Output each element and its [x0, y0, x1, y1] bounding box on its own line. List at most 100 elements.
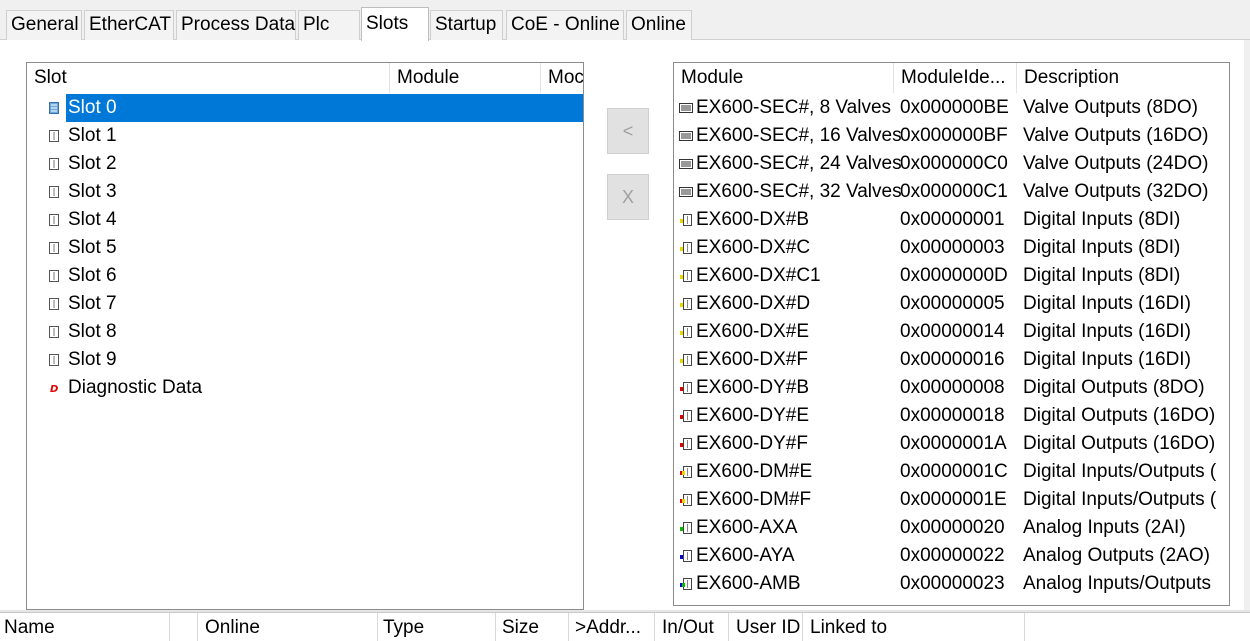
tab-slots[interactable]: Slots	[361, 7, 429, 41]
tree-item-slot-4[interactable]: Slot 4	[27, 206, 583, 234]
column-header-module-ident[interactable]: ModuleIde...	[894, 63, 1017, 93]
module-list[interactable]: Module ModuleIde... Description EX600-SE…	[673, 62, 1230, 606]
module-ident: 0x0000001E	[900, 489, 1007, 510]
tree-item-slot-3[interactable]: Slot 3	[27, 178, 583, 206]
column-header-module[interactable]: Module	[390, 63, 541, 93]
tree-item-slot-2[interactable]: Slot 2	[27, 150, 583, 178]
slot-icon	[49, 102, 59, 114]
module-list-item[interactable]: EX600-DY#E 0x00000018 Digital Outputs (16D…	[674, 402, 1229, 430]
tab-ethercat[interactable]: EtherCAT	[84, 10, 174, 40]
module-description: Valve Outputs (24DO)	[1023, 153, 1209, 174]
tree-item-label: Slot 0	[66, 94, 583, 122]
valve-icon	[679, 103, 693, 113]
module-name: EX600-SEC#, 8 Valves	[696, 97, 892, 118]
valve-icon	[679, 187, 693, 197]
module-list-item[interactable]: EX600-SEC#, 8 Valves 0x000000BE Valve Outp…	[674, 94, 1229, 122]
module-name: EX600-DX#F	[696, 349, 808, 370]
grid-header-linked-to[interactable]: Linked to	[803, 613, 1025, 641]
module-name: EX600-AYA	[696, 545, 795, 566]
tab-plc[interactable]: Plc	[298, 10, 360, 40]
tree-item-slot-5[interactable]: Slot 5	[27, 234, 583, 262]
tree-item-slot-1[interactable]: Slot 1	[27, 122, 583, 150]
grid-header-label: Online	[205, 617, 260, 638]
column-header-module[interactable]: Module	[674, 63, 894, 93]
module-list-item[interactable]: EX600-AYA 0x00000022 Analog Outputs (2AO)	[674, 542, 1229, 570]
module-description: Digital Inputs (16DI)	[1023, 349, 1191, 370]
slot-icon	[49, 326, 59, 338]
tab-general[interactable]: General	[6, 10, 82, 40]
grid-header-size[interactable]: Size	[496, 613, 569, 641]
module-list-item[interactable]: EX600-DY#F 0x0000001A Digital Outputs (16D…	[674, 430, 1229, 458]
module-description: Digital Inputs (8DI)	[1023, 209, 1181, 230]
module-list-item[interactable]: EX600-DX#B 0x00000001 Digital Inputs (8DI)	[674, 206, 1229, 234]
valve-icon	[679, 131, 693, 141]
module-ident: 0x00000023	[900, 573, 1005, 594]
module-name: EX600-DY#F	[696, 433, 808, 454]
module-description: Valve Outputs (32DO)	[1023, 181, 1209, 202]
slot-tree[interactable]: Slot Module Moc Slot 0 Slot 1 Slot 2 Slo…	[26, 62, 584, 610]
digital-output-icon	[680, 438, 692, 450]
tab-label: Slots	[366, 13, 409, 34]
process-grid-header: Name Online Type Size >Addr... In/Out Us…	[0, 612, 1250, 641]
module-description: Analog Inputs/Outputs	[1023, 573, 1212, 594]
tab-coe-online[interactable]: CoE - Online	[506, 10, 624, 40]
module-name: EX600-DX#E	[696, 321, 810, 342]
module-list-item[interactable]: EX600-DM#E 0x0000001C Digital Inputs/Outpu…	[674, 458, 1229, 486]
digital-output-icon	[680, 410, 692, 422]
module-ident: 0x0000000D	[900, 265, 1008, 286]
module-list-item[interactable]: EX600-SEC#, 32 Valves 0x000000C1 Valve Out…	[674, 178, 1229, 206]
module-ident: 0x00000022	[900, 545, 1005, 566]
slot-icon	[49, 214, 59, 226]
module-name: EX600-DX#D	[696, 293, 811, 314]
slot-icon	[49, 130, 59, 142]
grid-header-blank[interactable]	[170, 613, 198, 641]
module-description: Digital Outputs (16DO)	[1023, 433, 1216, 454]
grid-header-name[interactable]: Name	[0, 613, 170, 641]
column-header-description[interactable]: Description	[1017, 63, 1229, 93]
tree-item-slot-0[interactable]: Slot 0	[27, 94, 583, 122]
module-name: EX600-SEC#, 24 Valves	[696, 153, 902, 174]
tree-item-slot-7[interactable]: Slot 7	[27, 290, 583, 318]
module-name: EX600-DY#B	[696, 377, 810, 398]
module-list-item[interactable]: EX600-DM#F 0x0000001E Digital Inputs/Outpu…	[674, 486, 1229, 514]
grid-header-in-out[interactable]: In/Out	[655, 613, 729, 641]
window-edge	[1244, 40, 1250, 610]
diagnostic-icon: D	[50, 384, 58, 394]
grid-header-address[interactable]: >Addr...	[569, 613, 655, 641]
module-list-item[interactable]: EX600-DX#E 0x00000014 Digital Inputs (16DI…	[674, 318, 1229, 346]
module-list-item[interactable]: EX600-DX#F 0x00000016 Digital Inputs (16DI…	[674, 346, 1229, 374]
module-description: Digital Outputs (8DO)	[1023, 377, 1205, 398]
module-description: Digital Inputs/Outputs (	[1023, 461, 1217, 482]
digital-input-icon	[680, 326, 692, 338]
tree-item-diagnostic-data[interactable]: D Diagnostic Data	[27, 374, 583, 402]
insert-module-button[interactable]: <	[607, 108, 649, 154]
column-header-slot[interactable]: Slot	[27, 63, 390, 93]
grid-header-user-id[interactable]: User ID	[729, 613, 803, 641]
tab-online[interactable]: Online	[626, 10, 692, 40]
tree-item-slot-8[interactable]: Slot 8	[27, 318, 583, 346]
remove-module-button[interactable]: X	[607, 174, 649, 220]
module-list-item[interactable]: EX600-DX#D 0x00000005 Digital Inputs (16DI…	[674, 290, 1229, 318]
module-list-item[interactable]: EX600-AMB 0x00000023 Analog Inputs/Outputs	[674, 570, 1229, 598]
tab-startup[interactable]: Startup	[430, 10, 503, 40]
analog-input-icon	[680, 522, 692, 534]
module-list-item[interactable]: EX600-SEC#, 24 Valves 0x000000C0 Valve Out…	[674, 150, 1229, 178]
grid-header-online[interactable]: Online	[198, 613, 378, 641]
module-list-item[interactable]: EX600-DY#B 0x00000008 Digital Outputs (8DO…	[674, 374, 1229, 402]
module-description: Digital Inputs (8DI)	[1023, 265, 1181, 286]
module-name: EX600-AMB	[696, 573, 801, 594]
module-list-item[interactable]: EX600-SEC#, 16 Valves 0x000000BF Valve Out…	[674, 122, 1229, 150]
slot-icon	[49, 186, 59, 198]
module-ident: 0x00000008	[900, 377, 1005, 398]
tree-item-slot-9[interactable]: Slot 9	[27, 346, 583, 374]
column-header-moc[interactable]: Moc	[541, 63, 583, 93]
module-list-item[interactable]: EX600-AXA 0x00000020 Analog Inputs (2AI)	[674, 514, 1229, 542]
module-list-item[interactable]: EX600-DX#C 0x00000003 Digital Inputs (8DI)	[674, 234, 1229, 262]
button-label: <	[622, 121, 634, 141]
grid-header-type[interactable]: Type	[378, 613, 496, 641]
module-list-item[interactable]: EX600-DX#C1 0x0000000D Digital Inputs (8DI…	[674, 262, 1229, 290]
grid-header-label: User ID	[736, 617, 801, 638]
tab-process-data[interactable]: Process Data	[176, 10, 296, 40]
tree-item-slot-6[interactable]: Slot 6	[27, 262, 583, 290]
grid-header-label: Size	[502, 617, 539, 638]
